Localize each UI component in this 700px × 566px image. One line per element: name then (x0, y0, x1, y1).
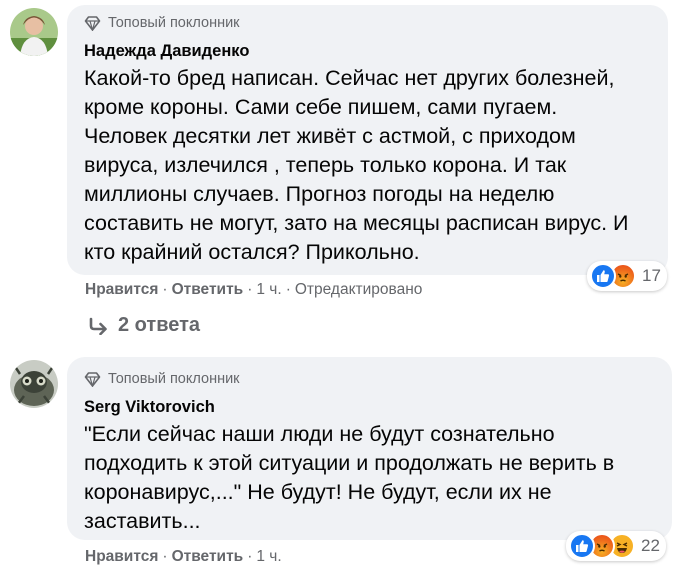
reply-button[interactable]: Ответить (172, 281, 244, 299)
author-name[interactable]: Serg Viktorovich (84, 397, 656, 417)
like-reaction-icon (569, 533, 595, 559)
badge-label: Топовый поклонник (108, 371, 240, 387)
comment-actions: Нравится · Ответить · 1 ч. (85, 548, 282, 566)
edited-label: Отредактировано (294, 281, 423, 298)
diamond-icon (84, 371, 101, 387)
timestamp[interactable]: 1 ч. (256, 281, 281, 299)
badge-label: Топовый поклонник (108, 15, 240, 31)
comment-text: Какой-то бред написан. Сейчас нет других… (84, 66, 629, 264)
author-name[interactable]: Надежда Давиденко (84, 41, 652, 61)
reply-arrow-icon (89, 317, 107, 335)
separator-dot: · (162, 548, 168, 565)
top-fan-badge: Топовый поклонник (84, 369, 656, 389)
diamond-icon (84, 15, 101, 31)
view-replies-link[interactable]: 2 ответа (88, 314, 200, 337)
separator-dot: · (247, 281, 253, 298)
comment-text: "Если сейчас наши люди не будут сознател… (84, 422, 615, 533)
like-button[interactable]: Нравится (85, 281, 158, 299)
comment-bubble: Топовый поклонник Надежда Давиденко Како… (67, 5, 668, 275)
reply-button[interactable]: Ответить (172, 548, 244, 566)
like-reaction-icon (590, 263, 616, 289)
separator-dot: · (162, 281, 168, 298)
avatar[interactable] (10, 360, 58, 408)
reactions-summary[interactable]: 17 (587, 261, 667, 291)
like-button[interactable]: Нравится (85, 548, 158, 566)
replies-count: 2 ответа (118, 314, 201, 336)
comment-actions: Нравится · Ответить · 1 ч. · Отредактиро… (85, 281, 422, 299)
reaction-count: 17 (642, 266, 661, 285)
timestamp[interactable]: 1 ч. (256, 548, 281, 566)
avatar[interactable] (10, 8, 58, 56)
reactions-summary[interactable]: 22 (566, 531, 666, 561)
separator-dot: · (247, 548, 253, 565)
separator-dot: · (285, 281, 291, 298)
comment-bubble: Топовый поклонник Serg Viktorovich "Если… (67, 357, 672, 540)
reaction-count: 22 (641, 536, 660, 555)
top-fan-badge: Топовый поклонник (84, 13, 652, 33)
